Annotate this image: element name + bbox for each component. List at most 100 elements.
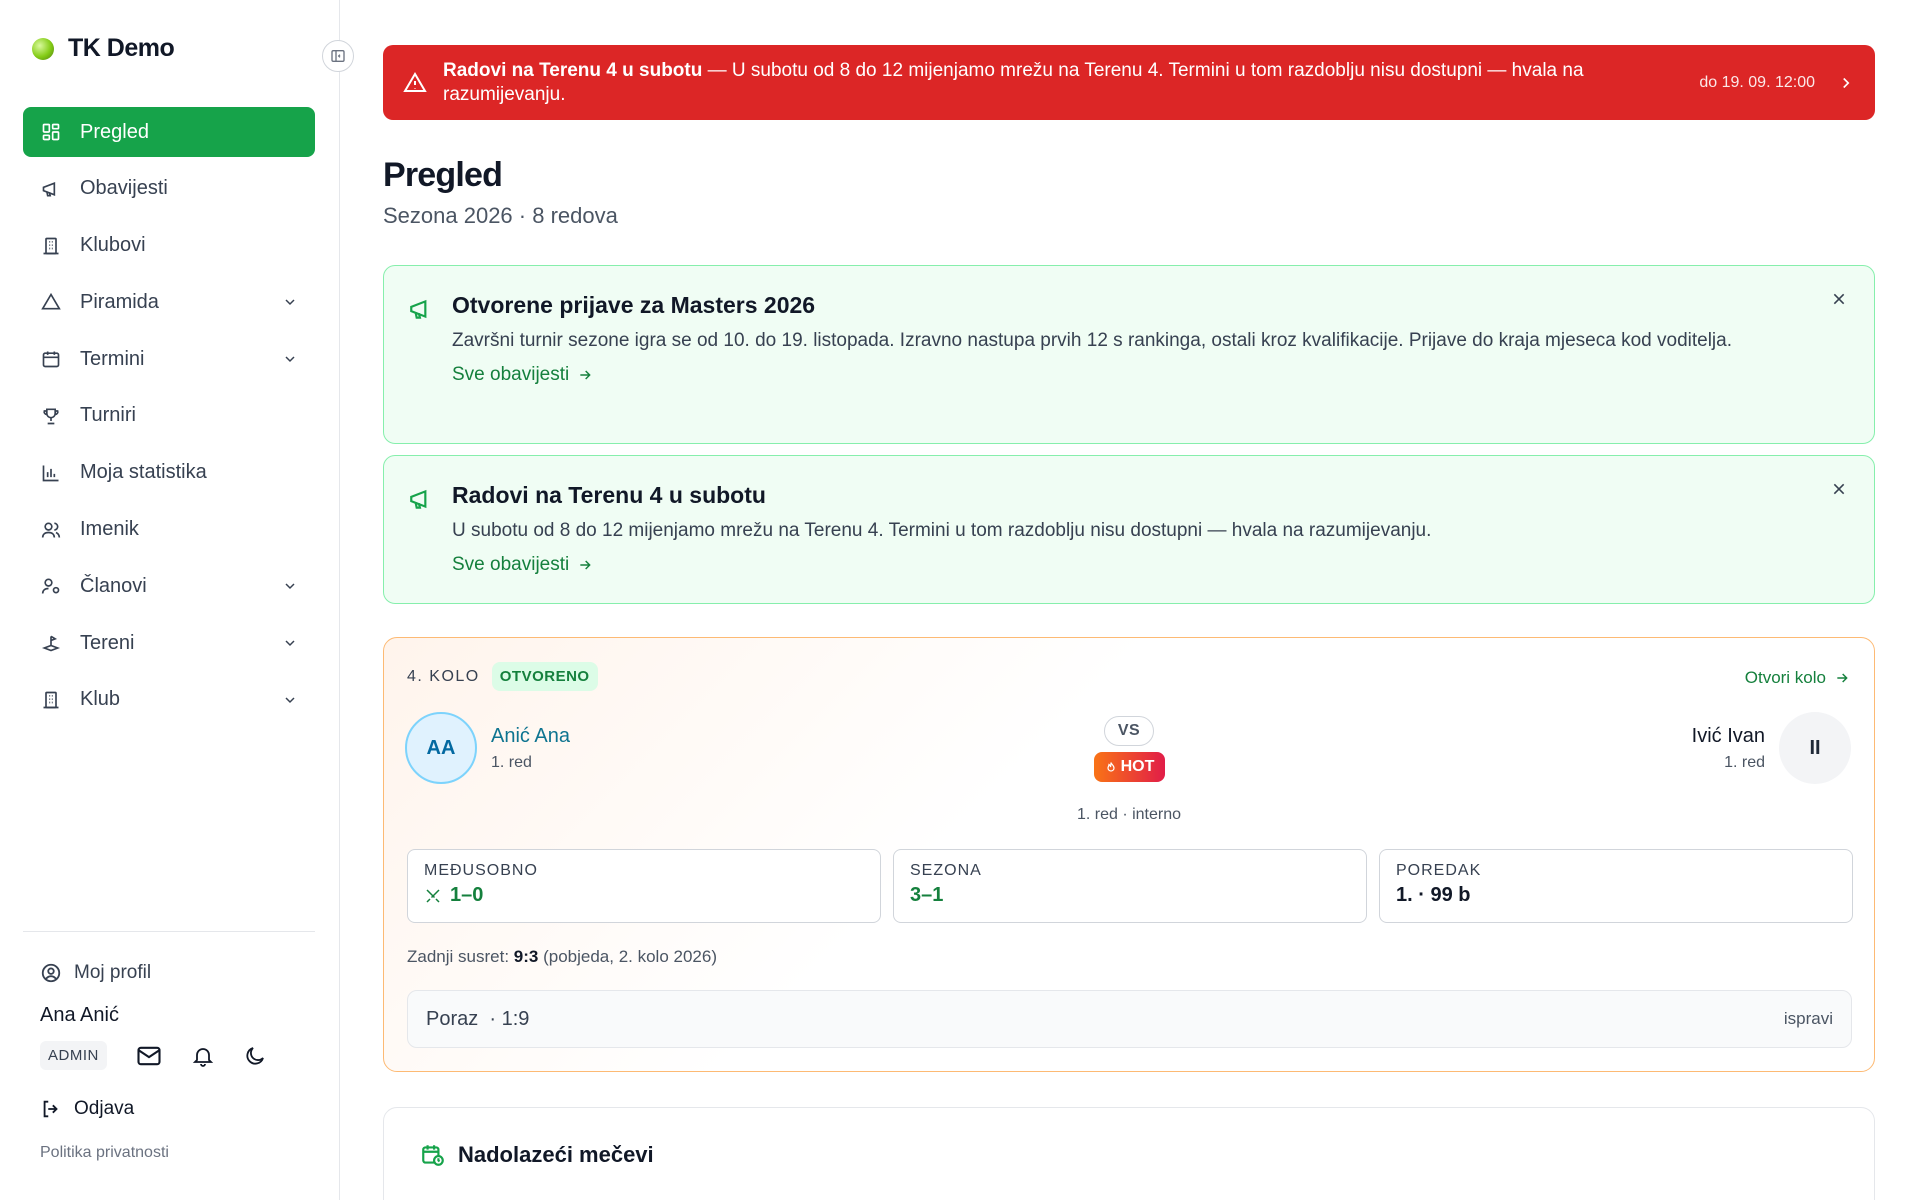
hot-label: HOT (1120, 758, 1155, 775)
panel-collapse-icon (331, 50, 345, 62)
upcoming-matches-card: Nadolazeći mečevi (383, 1107, 1875, 1200)
sidebar-footer: Moj profil Ana Anić ADMIN Odjava Politik… (23, 931, 315, 1162)
sidebar-item-label: Moja statistika (80, 461, 207, 484)
sidebar-item-label: Klubovi (80, 234, 146, 257)
bar-chart-icon (40, 462, 62, 484)
chevron-down-icon[interactable] (282, 635, 298, 651)
sidebar-item-label: Članovi (80, 574, 147, 597)
stat-label: MEĐUSOBNO (424, 862, 538, 879)
mail-icon[interactable] (135, 1042, 163, 1070)
stat-value-text: 1–0 (450, 884, 484, 906)
profile-label: Moj profil (74, 962, 152, 983)
bell-icon[interactable] (191, 1044, 215, 1068)
tennis-ball-logo-icon (32, 37, 54, 60)
flame-icon (1107, 762, 1115, 772)
status-badge: OTVORENO (491, 662, 598, 691)
profile-link[interactable]: Moj profil (23, 962, 315, 984)
hot-badge: HOT (1094, 752, 1165, 782)
alert-banner[interactable]: Radovi na Terenu 4 u subotu — U subotu o… (383, 45, 1875, 120)
sidebar-item-pregled[interactable]: Pregled (23, 107, 315, 157)
close-icon (1833, 293, 1845, 305)
notice-body: Završni turnir sezone igra se od 10. do … (452, 330, 1732, 351)
sidebar-item-label: Klub (80, 688, 121, 711)
stat-head-to-head: MEĐUSOBNO 1–0 (407, 849, 881, 923)
sidebar-item-tereni[interactable]: Tereni (23, 618, 315, 668)
upcoming-title: Nadolazeći mečevi (458, 1142, 654, 1167)
sidebar-item-label: Termini (80, 347, 145, 370)
court-icon (40, 632, 62, 654)
player-left[interactable]: AA Anić Ana 1. red (405, 712, 570, 784)
sidebar-item-label: Imenik (80, 518, 139, 541)
calendar-clock-icon (422, 1145, 444, 1166)
upcoming-header: Nadolazeći mečevi (420, 1142, 654, 1168)
round-card: 4. KOLO OTVORENO Otvori kolo AA Anić Ana… (383, 637, 1875, 1072)
sidebar-item-klub[interactable]: Klub (23, 675, 315, 725)
user-circle-icon (41, 963, 61, 983)
open-round-label: Otvori kolo (1744, 668, 1826, 687)
building-icon (40, 235, 62, 257)
chevron-down-icon[interactable] (282, 578, 298, 594)
users-icon (40, 519, 62, 541)
chevron-down-icon[interactable] (282, 351, 298, 367)
sidebar-item-label: Turniri (80, 404, 136, 427)
megaphone-icon (410, 299, 427, 319)
result-row: Poraz · 1:9 ispravi (407, 990, 1852, 1048)
alert-separator: — (702, 59, 732, 81)
sidebar-item-imenik[interactable]: Imenik (23, 505, 315, 555)
all-notices-link[interactable]: Sve obavijesti (452, 554, 593, 576)
privacy-link[interactable]: Politika privatnosti (23, 1144, 315, 1162)
result-text: Poraz · 1:9 (426, 1007, 530, 1030)
player-right[interactable]: Ivić Ivan 1. red II (1692, 712, 1851, 784)
arrow-right-icon (580, 370, 591, 380)
sidebar-item-klubovi[interactable]: Klubovi (23, 221, 315, 271)
open-round-link[interactable]: Otvori kolo (1745, 668, 1850, 688)
sidebar-item-clanovi[interactable]: Članovi (23, 561, 315, 611)
logout-button[interactable]: Odjava (23, 1098, 315, 1120)
last-match-score: 9:3 (513, 947, 539, 966)
page-subtitle: Sezona 2026 · 8 redova (383, 203, 618, 228)
notice-close-button[interactable] (1828, 288, 1850, 310)
last-match-prefix: Zadnji susret: (407, 947, 510, 966)
all-notices-label: Sve obavijesti (452, 364, 570, 385)
fix-result-button[interactable]: ispravi (1784, 1009, 1833, 1029)
page-title: Pregled (383, 156, 503, 194)
logout-icon (43, 1100, 58, 1118)
user-actions: ADMIN (23, 1041, 315, 1070)
sidebar-nav: Pregled Obavijesti Klubovi Piramida Term… (23, 107, 315, 732)
chevron-right-icon[interactable] (1837, 74, 1855, 92)
notice-body: U subotu od 8 do 12 mijenjamo mrežu na T… (452, 520, 1432, 541)
arrow-right-icon (1837, 673, 1848, 683)
alert-until: do 19. 09. 12:00 (1699, 73, 1815, 91)
notice-title: Radovi na Terenu 4 u subotu (452, 482, 766, 508)
sidebar-item-label: Piramida (80, 290, 159, 313)
notice-close-button[interactable] (1828, 478, 1850, 500)
alert-title: Radovi na Terenu 4 u subotu (443, 59, 703, 81)
brand[interactable]: TK Demo (32, 34, 175, 63)
crossed-swords-icon (426, 888, 440, 903)
sidebar-item-piramida[interactable]: Piramida (23, 277, 315, 327)
stat-value: 3–1 (910, 884, 944, 906)
sidebar-item-label: Tereni (80, 631, 135, 654)
stat-label: POREDAK (1396, 862, 1482, 879)
round-label: 4. KOLO (407, 667, 480, 685)
sidebar-item-termini[interactable]: Termini (23, 334, 315, 384)
sidebar-item-turniri[interactable]: Turniri (23, 391, 315, 441)
all-notices-label: Sve obavijesti (452, 554, 570, 575)
sidebar-item-obavijesti[interactable]: Obavijesti (23, 164, 315, 214)
player-name[interactable]: Anić Ana (491, 725, 570, 748)
chevron-down-icon[interactable] (282, 692, 298, 708)
player-row: 1. red (491, 753, 532, 771)
alert-message: Radovi na Terenu 4 u subotu — U subotu o… (443, 59, 1675, 107)
user-name: Ana Anić (40, 1004, 119, 1026)
sidebar-collapse-button[interactable] (322, 40, 354, 72)
last-match: Zadnji susret: 9:3 (pobjeda, 2. kolo 202… (407, 947, 717, 967)
all-notices-link[interactable]: Sve obavijesti (452, 364, 593, 386)
sidebar-item-moja-statistika[interactable]: Moja statistika (23, 448, 315, 498)
close-icon (1833, 483, 1845, 495)
notice-title: Otvorene prijave za Masters 2026 (452, 292, 816, 318)
chevron-down-icon[interactable] (282, 294, 298, 310)
user-settings-icon (40, 575, 62, 597)
moon-icon[interactable] (243, 1044, 267, 1068)
stats-row: MEĐUSOBNO 1–0 SEZONA 3–1 POREDAK 1. · 99… (407, 849, 1853, 923)
stat-season: SEZONA 3–1 (893, 849, 1367, 923)
